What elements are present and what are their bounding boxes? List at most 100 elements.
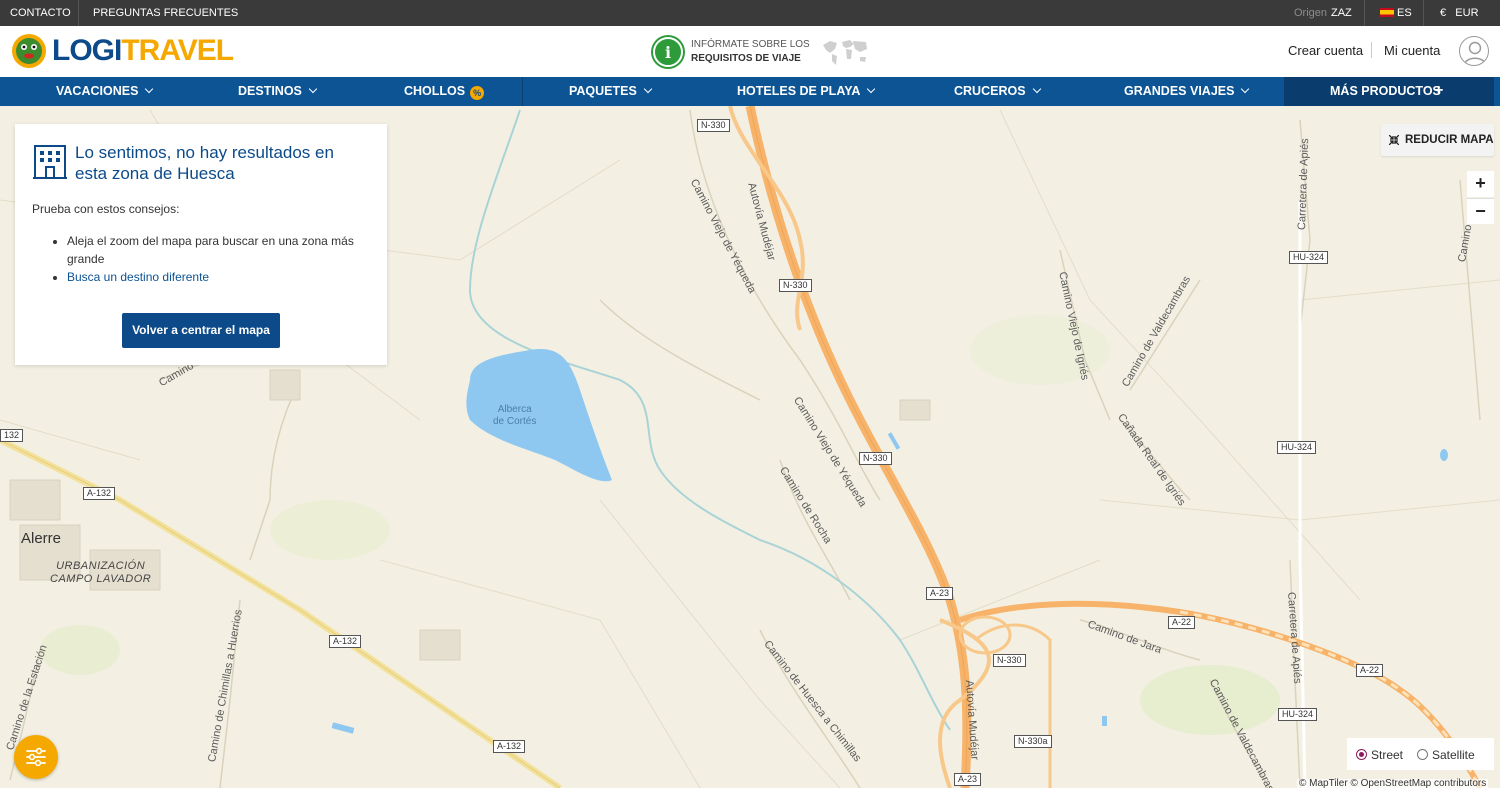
currency-code: EUR [1455,7,1479,19]
lake-label-line1: Alberca [497,404,532,415]
road-shield: 132 [0,429,24,442]
nav-label: HOTELES DE PLAYA [737,84,861,98]
travel-requirements-link[interactable]: i INFÓRMATE SOBRE LOS REQUISITOS DE VIAJ… [653,36,870,68]
map-attribution[interactable]: © MapTiler © OpenStreetMap contributors [1297,779,1489,788]
search-other-destination-link[interactable]: Busca un destino diferente [67,270,209,284]
chevron-down-icon [308,84,318,94]
topbar-divider [78,0,79,26]
language-selector[interactable]: ES [1380,0,1412,26]
site-header: LOGITRAVEL i INFÓRMATE SOBRE LOS REQUISI… [0,26,1500,77]
road-shield: HU-324 [1278,708,1318,721]
create-account-link[interactable]: Crear cuenta [1288,43,1363,58]
zoom-in-button[interactable]: + [1467,171,1494,197]
logo-text-part1: LOGI [52,34,122,67]
nav-chollos[interactable]: CHOLLOS% [404,77,485,106]
road-shield: N-330a [1014,735,1052,748]
layer-street-option[interactable]: Street [1356,748,1403,762]
road-shield: HU-324 [1289,251,1329,264]
nav-destinos[interactable]: DESTINOS [238,77,318,106]
nav-vacaciones[interactable]: VACACIONES [56,77,154,106]
no-results-panel: Lo sentimos, no hay resultados en esta z… [15,124,387,365]
language-code: ES [1397,7,1412,19]
road-shield: A-22 [1356,664,1384,677]
road-shield: A-132 [83,487,116,500]
lake-label: Alberca de Cortés [493,404,536,428]
radio-unselected-icon [1417,749,1428,760]
no-results-title: Lo sentimos, no hay resultados en esta z… [75,143,334,183]
neighborhood-line2: CAMPO LAVADOR [50,573,152,585]
tip-zoom-out: Aleja el zoom del mapa para buscar en un… [67,232,367,268]
contact-link[interactable]: CONTACTO [10,0,71,26]
neighborhood-label: URBANIZACIÓN CAMPO LAVADOR [50,560,151,586]
origin-label: Origen [1294,7,1328,19]
road-shield: A-23 [954,773,982,786]
travel-requirements-line1: INFÓRMATE SOBRE LOS [691,39,810,50]
logo-text: LOGITRAVEL [52,34,234,68]
nav-label: VACACIONES [56,84,139,98]
recenter-map-button[interactable]: Volver a centrar el mapa [122,313,280,348]
nav-paquetes[interactable]: PAQUETES [569,77,653,106]
sliders-icon [26,747,46,767]
road-shield: N-330 [779,279,812,292]
road-shield: A-132 [493,740,526,753]
nav-label: CHOLLOS [404,84,466,98]
nav-mas-productos[interactable]: MÁS PRODUCTOS + [1284,77,1494,106]
logitravel-logo[interactable]: LOGITRAVEL [10,31,234,71]
reduce-map-label: REDUCIR MAPA [1405,134,1494,146]
chevron-down-icon [145,84,154,94]
lake-label-line2: de Cortés [493,416,537,427]
road-shield: A-132 [329,635,362,648]
radio-selected-icon [1356,749,1367,760]
reduce-map-button[interactable]: REDUCIR MAPA [1381,124,1494,156]
road-shield: N-330 [993,654,1026,667]
user-avatar-icon[interactable] [1459,36,1489,66]
chevron-down-icon [1241,84,1250,94]
road-shield: N-330 [697,119,730,132]
info-icon: i [653,37,683,67]
currency-symbol: € [1440,7,1447,19]
faq-link[interactable]: PREGUNTAS FRECUENTES [93,0,238,26]
neighborhood-line1: URBANIZACIÓN [56,560,146,572]
tips-intro: Prueba con estos consejos: [32,202,180,216]
main-navigation: VACACIONES DESTINOS CHOLLOS% PAQUETES HO… [0,77,1500,106]
logo-text-part2: TRAVEL [121,34,234,67]
road-shield: A-22 [1168,616,1196,629]
world-map-icon [822,40,867,65]
turtle-logo-icon [12,34,46,68]
nav-label: DESTINOS [238,84,302,98]
filters-button[interactable] [14,735,58,779]
topbar-divider [1364,0,1365,26]
nav-hoteles-de-playa[interactable]: HOTELES DE PLAYA [737,77,876,106]
travel-requirements-text: INFÓRMATE SOBRE LOS REQUISITOS DE VIAJE [691,38,810,66]
top-utility-bar: CONTACTO PREGUNTAS FRECUENTES Origen ZAZ… [0,0,1500,26]
town-label: Alerre [21,530,62,547]
travel-requirements-line2: REQUISITOS DE VIAJE [691,53,801,64]
layer-satellite-option[interactable]: Satellite [1417,748,1475,762]
currency-selector[interactable]: € EUR [1440,0,1479,26]
nav-divider [522,77,523,106]
road-shield: HU-324 [1277,441,1317,454]
nav-label: CRUCEROS [954,84,1026,98]
my-account-link[interactable]: Mi cuenta [1384,43,1440,58]
user-silhouette-icon [1463,41,1487,65]
road-shield: N-330 [859,452,892,465]
hotel-building-icon [33,145,67,179]
tips-list: Aleja el zoom del mapa para buscar en un… [67,232,367,286]
collapse-arrows-icon [1389,135,1399,145]
nav-label: MÁS PRODUCTOS [1330,84,1441,98]
road-shield: A-23 [926,587,954,600]
origin-selector[interactable]: ZAZ [1331,0,1352,26]
nav-label: PAQUETES [569,84,637,98]
nav-cruceros[interactable]: CRUCEROS [954,77,1041,106]
nav-label: GRANDES VIAJES [1124,84,1235,98]
map-layer-switcher: Street Satellite [1347,738,1494,770]
discount-badge-icon: % [470,86,485,100]
nav-grandes-viajes[interactable]: GRANDES VIAJES [1124,77,1250,106]
tip-other-destination: Busca un destino diferente [67,268,367,286]
zoom-out-button[interactable]: − [1467,198,1494,224]
plus-icon: + [1434,82,1444,99]
chevron-down-icon [1032,84,1041,94]
topbar-divider [1423,0,1424,26]
layer-satellite-label: Satellite [1432,748,1475,762]
chevron-down-icon [643,84,653,94]
